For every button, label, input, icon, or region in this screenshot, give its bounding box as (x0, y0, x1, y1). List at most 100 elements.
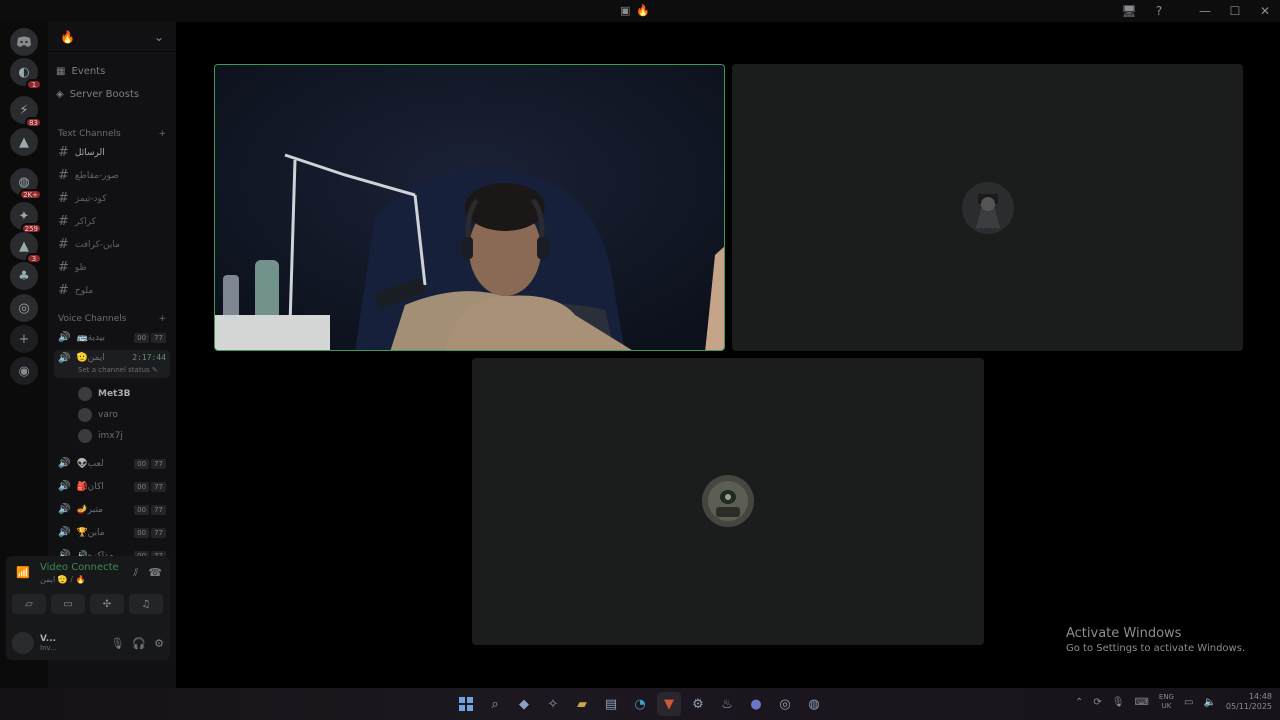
brave-icon[interactable]: ▼ (657, 692, 681, 716)
chevron-up-icon[interactable]: ⌃ (1075, 697, 1083, 708)
settings-gear-icon[interactable]: ⚙ (154, 637, 164, 650)
voice-status-subtitle[interactable]: ايمن 🫡 / 🔥 (40, 575, 85, 584)
clock[interactable]: 14:48 05/11/2025 (1226, 692, 1272, 712)
keyboard-icon[interactable]: ⌨ (1134, 697, 1148, 708)
user-count: 00 (134, 332, 150, 343)
start-icon[interactable] (454, 692, 478, 716)
user-max: 77 (151, 458, 166, 469)
text-channels-category[interactable]: Text Channels + (58, 129, 166, 139)
voice-user[interactable]: Met3B (78, 387, 170, 401)
minimize-button[interactable]: — (1190, 4, 1220, 18)
channel-name: صور-مقاطع (74, 170, 119, 181)
text-channel[interactable]: # ماين-كرافت (58, 237, 170, 252)
folder-icon[interactable]: ▰ (570, 692, 594, 716)
voice-user-name: varo (98, 410, 118, 420)
video-tile-camera[interactable] (214, 64, 725, 351)
voice-user-name: imx7j (98, 431, 123, 441)
sync-icon[interactable]: ⟳ (1093, 697, 1101, 708)
video-tile-user[interactable] (472, 358, 984, 645)
discord-home-icon[interactable] (10, 28, 38, 56)
text-channel[interactable]: # كود-تيمز (58, 191, 170, 206)
channel-name: كود-تيمز (74, 193, 107, 204)
microphone-tray-icon[interactable]: 🎙 (1112, 697, 1125, 708)
text-channel[interactable]: # ظو (58, 260, 170, 275)
avatar (78, 387, 92, 401)
server-icon[interactable]: ♣ (10, 262, 38, 290)
events-item[interactable]: ▦ Events (56, 66, 105, 77)
maximize-button[interactable]: ☐ (1220, 4, 1250, 18)
voice-channels-category[interactable]: Voice Channels + (58, 314, 166, 324)
title-controls: 🖥 ? — ☐ ✕ (1114, 0, 1280, 22)
server-icon[interactable]: ◐ 1 (10, 58, 42, 90)
search-icon[interactable]: ⌕ (483, 692, 507, 716)
voice-channel[interactable]: 🔊 🏆ماين 00 77 (54, 523, 170, 542)
voice-user[interactable]: imx7j (78, 429, 170, 443)
server-icon[interactable]: ▲ 3 (10, 232, 42, 264)
server-icon[interactable]: ▲ (10, 128, 38, 156)
headphones-icon[interactable]: 🎧 (132, 637, 146, 650)
active-voice-channel[interactable]: 🔊 🫡ايمن 2:17:44 Set a channel status ✎ (54, 350, 170, 378)
text-channel[interactable]: # الرسائل (58, 145, 170, 160)
avatar[interactable] (12, 632, 34, 654)
discover-icon[interactable]: ◉ (10, 357, 38, 385)
channel-name: ملوح (74, 285, 94, 296)
add-voice-channel-icon[interactable]: + (158, 314, 166, 324)
edge-icon[interactable]: ◔ (628, 692, 652, 716)
noise-suppression-icon[interactable]: ⫽ (133, 566, 138, 580)
chevron-down-icon: ⌄ (153, 29, 164, 44)
discord-icon[interactable]: ● (744, 692, 768, 716)
video-tile-user[interactable] (732, 64, 1243, 351)
voice-buttons: ▱ ▭ ✣ ♫ (12, 594, 163, 614)
chrome-icon[interactable]: ◎ (773, 692, 797, 716)
server-icon[interactable]: ✦ 259 (10, 202, 42, 234)
user-limit: 0077 (134, 481, 166, 492)
voice-user[interactable]: varo (78, 408, 170, 422)
user-count: 00 (134, 504, 150, 515)
add-channel-icon[interactable]: + (158, 129, 166, 139)
user-name: V... (40, 634, 57, 644)
copilot-icon[interactable]: ✧ (541, 692, 565, 716)
text-channel[interactable]: # ملوح (58, 283, 170, 298)
voice-channel[interactable]: 🔊 👽لعب 00 77 (54, 454, 170, 473)
language-indicator[interactable]: ENG UK (1159, 693, 1174, 711)
store-icon[interactable]: ▤ (599, 692, 623, 716)
active-voice-name: 🫡ايمن (76, 353, 105, 363)
camera-off-button[interactable]: ▱ (12, 594, 46, 614)
user-limit: 0077 (134, 527, 166, 538)
help-icon[interactable]: ? (1144, 4, 1174, 18)
server-header[interactable]: 🔥 ⌄ (48, 22, 176, 52)
server-glyph: ⚡ (19, 102, 29, 118)
soundboard-button[interactable]: ♫ (129, 594, 163, 614)
calendar-icon: ▦ (56, 66, 66, 77)
hash-icon: # (58, 145, 69, 160)
server-icon[interactable]: ◎ (10, 294, 38, 322)
activities-button[interactable]: ✣ (90, 594, 124, 614)
steam-icon[interactable]: ♨ (715, 692, 739, 716)
channel-status[interactable]: Set a channel status ✎ (78, 366, 158, 374)
display-icon[interactable]: ▭ (1184, 697, 1193, 708)
server-icon[interactable]: ⚡ 83 (10, 96, 42, 128)
settings-icon[interactable]: ⚙ (686, 692, 710, 716)
server-glyph: ◐ (18, 64, 30, 80)
activate-title: Activate Windows (1066, 626, 1182, 641)
volume-icon[interactable]: 🔈 (1203, 697, 1215, 708)
server-icon[interactable]: ◍ 2K+ (10, 168, 42, 200)
server-boosts-item[interactable]: ◈ Server Boosts (56, 89, 139, 100)
inbox-icon[interactable]: 🖥 (1114, 4, 1144, 18)
text-channel[interactable]: # كراكر (58, 214, 170, 229)
text-channel[interactable]: # صور-مقاطع (58, 168, 170, 183)
voice-channel[interactable]: 🔊 🎒اكان 00 77 (54, 477, 170, 496)
add-server-icon[interactable]: + (10, 325, 38, 353)
voice-channel[interactable]: 🔊 🚌بيدية 00 77 (54, 328, 170, 347)
close-button[interactable]: ✕ (1250, 4, 1280, 18)
voice-user-name: Met3B (98, 389, 131, 399)
microphone-icon[interactable]: 🎙 (110, 637, 124, 650)
user-info[interactable]: V... Inv... (40, 634, 57, 652)
disconnect-icon[interactable]: ☎ (148, 566, 162, 580)
user-limit: 0077 (134, 458, 166, 469)
game-icon[interactable]: ◆ (512, 692, 536, 716)
globe-icon[interactable]: ◍ (802, 692, 826, 716)
signal-icon[interactable]: 📶 (16, 566, 30, 579)
voice-channel[interactable]: 🔊 🪔متبر 00 77 (54, 500, 170, 519)
screen-share-button[interactable]: ▭ (51, 594, 85, 614)
